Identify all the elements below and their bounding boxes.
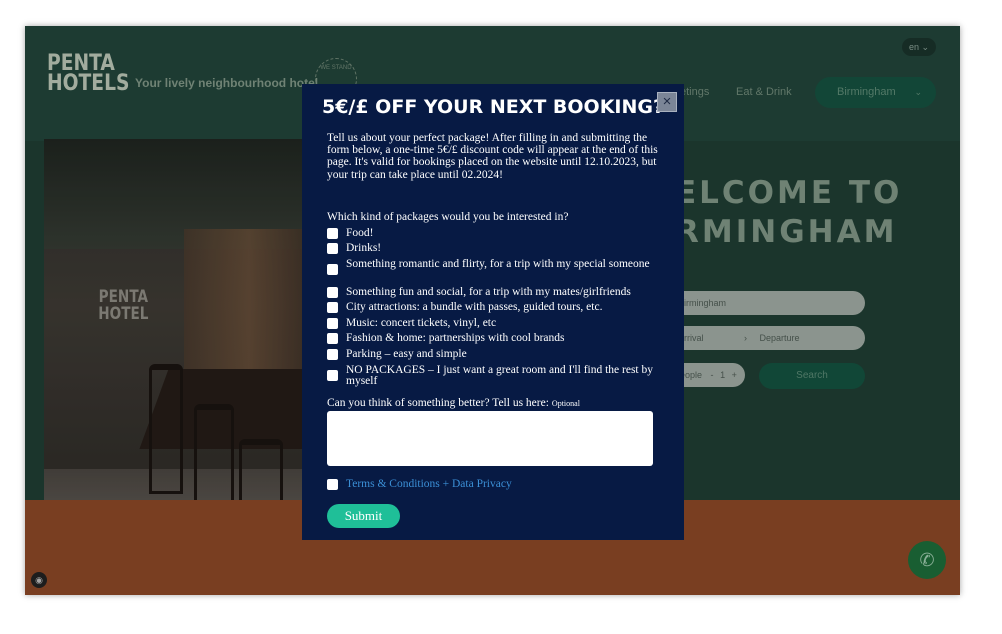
modal-title: 5€/£ OFF YOUR NEXT BOOKING? [321, 96, 665, 118]
suggestion-textarea[interactable] [327, 411, 653, 466]
checkbox-parking[interactable] [327, 349, 338, 360]
terms-row[interactable]: Terms & Conditions + Data Privacy [327, 478, 512, 490]
option-fashion-home[interactable]: Fashion & home: partnerships with cool b… [327, 332, 656, 344]
option-label: Music: concert tickets, vinyl, etc [346, 317, 497, 329]
checkbox-no-packages[interactable] [327, 370, 338, 381]
packages-question: Which kind of packages would you be inte… [327, 211, 569, 223]
option-label: NO PACKAGES – I just want a great room a… [346, 364, 653, 387]
checkbox-fashion-home[interactable] [327, 333, 338, 344]
option-food[interactable]: Food! [327, 227, 656, 239]
option-drinks[interactable]: Drinks! [327, 242, 656, 254]
checkbox-food[interactable] [327, 228, 338, 239]
checkbox-social[interactable] [327, 287, 338, 298]
checkbox-terms[interactable] [327, 478, 338, 490]
option-label: Parking – easy and simple [346, 348, 467, 360]
checkbox-drinks[interactable] [327, 243, 338, 254]
option-label: City attractions: a bundle with passes, … [346, 301, 603, 313]
suggestion-label-text: Can you think of something better? Tell … [327, 397, 549, 409]
option-label: Something fun and social, for a trip wit… [346, 286, 631, 298]
close-icon[interactable]: × [657, 92, 677, 112]
discount-survey-modal: 5€/£ OFF YOUR NEXT BOOKING? × Tell us ab… [302, 84, 684, 540]
terms-privacy-link[interactable]: Terms & Conditions + Data Privacy [346, 478, 512, 490]
option-music[interactable]: Music: concert tickets, vinyl, etc [327, 317, 656, 329]
option-city-attractions[interactable]: City attractions: a bundle with passes, … [327, 301, 656, 313]
option-romantic[interactable]: Something romantic and flirty, for a tri… [327, 258, 656, 275]
checkbox-music[interactable] [327, 318, 338, 329]
modal-intro-text: Tell us about your perfect package! Afte… [327, 132, 658, 181]
checkbox-romantic[interactable] [327, 264, 338, 275]
submit-button[interactable]: Submit [327, 504, 400, 528]
option-label: Drinks! [346, 242, 382, 254]
option-label: Fashion & home: partnerships with cool b… [346, 332, 565, 344]
suggestion-label: Can you think of something better? Tell … [327, 397, 580, 409]
option-label: Something romantic and flirty, for a tri… [346, 258, 650, 270]
option-parking[interactable]: Parking – easy and simple [327, 348, 656, 360]
option-no-packages[interactable]: NO PACKAGES – I just want a great room a… [327, 364, 656, 387]
option-label: Food! [346, 227, 374, 239]
checkbox-city-attractions[interactable] [327, 302, 338, 313]
optional-hint: Optional [551, 399, 580, 408]
option-social[interactable]: Something fun and social, for a trip wit… [327, 286, 656, 298]
